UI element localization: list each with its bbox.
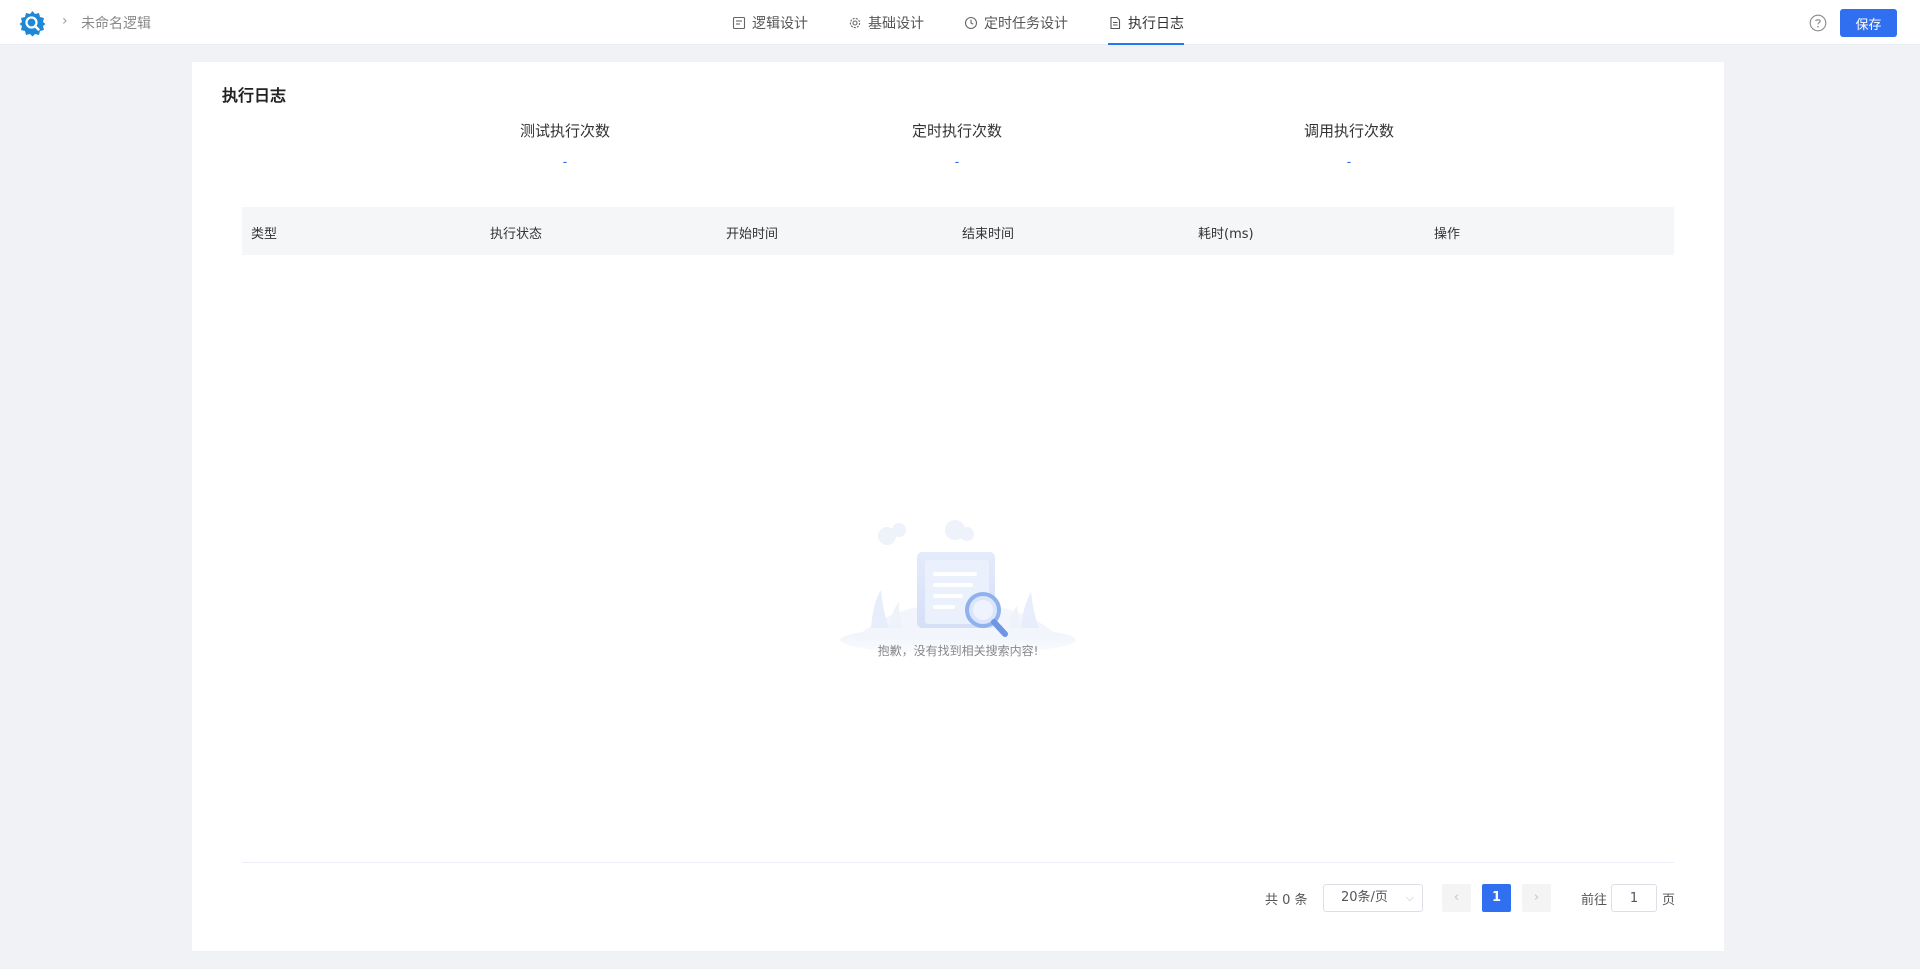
stat-label: 测试执行次数 <box>519 122 610 140</box>
stat-label: 调用执行次数 <box>1303 122 1394 140</box>
goto-page-input[interactable] <box>1611 884 1657 912</box>
tab-scheduled-task-design[interactable]: 定时任务设计 <box>964 0 1068 45</box>
question-circle-icon[interactable] <box>1809 14 1827 32</box>
divider <box>242 862 1674 863</box>
column-header-duration: 耗时(ms) <box>1198 227 1254 242</box>
column-header-start-time: 开始时间 <box>726 227 779 242</box>
logic-design-icon <box>732 16 746 29</box>
panel-title: 执行日志 <box>222 86 287 105</box>
tab-label: 定时任务设计 <box>984 15 1068 32</box>
stat-value: - <box>562 155 568 170</box>
page-size-value: 20条/页 <box>1341 890 1388 905</box>
tab-label: 基础设计 <box>868 15 924 32</box>
next-page-button[interactable]: › <box>1522 884 1551 912</box>
tab-execution-log[interactable]: 执行日志 <box>1108 0 1184 45</box>
column-header-status: 执行状态 <box>490 227 543 242</box>
tab-label: 逻辑设计 <box>752 15 808 32</box>
prev-page-button[interactable]: ‹ <box>1442 884 1471 912</box>
tab-bar: 逻辑设计 基础设计 定时任务设计 执行日志 <box>0 0 1920 45</box>
pagination-total: 共 0 条 <box>1265 893 1308 908</box>
tab-basic-design[interactable]: 基础设计 <box>848 0 924 45</box>
tab-logic-design[interactable]: 逻辑设计 <box>732 0 808 45</box>
stat-scheduled-executions: 定时执行次数 - <box>857 120 1057 170</box>
page-number-button[interactable]: 1 <box>1482 884 1511 912</box>
chevron-right-icon: › <box>1533 890 1540 905</box>
empty-search-illustration <box>840 520 1076 652</box>
stat-test-executions: 测试执行次数 - <box>465 120 665 170</box>
column-header-actions: 操作 <box>1434 227 1461 242</box>
tab-label: 执行日志 <box>1128 15 1184 32</box>
chevron-down-icon: ⌵ <box>1405 891 1414 904</box>
chevron-left-icon: ‹ <box>1453 890 1460 905</box>
stat-call-executions: 调用执行次数 - <box>1249 120 1449 170</box>
empty-state-message: 抱歉，没有找到相关搜索内容! <box>877 644 1039 658</box>
goto-label: 前往 <box>1581 893 1608 908</box>
page-suffix-label: 页 <box>1662 893 1676 908</box>
top-bar: › 未命名逻辑 逻辑设计 基础设计 定时任务设计 执行日志 保存 <box>0 0 1920 45</box>
column-header-end-time: 结束时间 <box>962 227 1015 242</box>
stat-value: - <box>954 155 960 170</box>
stat-value: - <box>1346 155 1352 170</box>
gear-icon <box>849 17 861 28</box>
save-button[interactable]: 保存 <box>1840 9 1897 37</box>
document-icon <box>1110 16 1121 29</box>
execution-log-panel: 执行日志 测试执行次数 - 定时执行次数 - 调用执行次数 - 类型 执行状态 … <box>192 62 1724 951</box>
column-header-type: 类型 <box>251 227 278 242</box>
page-size-select[interactable]: 20条/页 ⌵ <box>1323 884 1423 912</box>
stat-label: 定时执行次数 <box>911 122 1002 140</box>
table-header: 类型 执行状态 开始时间 结束时间 耗时(ms) 操作 <box>242 207 1674 255</box>
clock-icon <box>964 16 978 29</box>
